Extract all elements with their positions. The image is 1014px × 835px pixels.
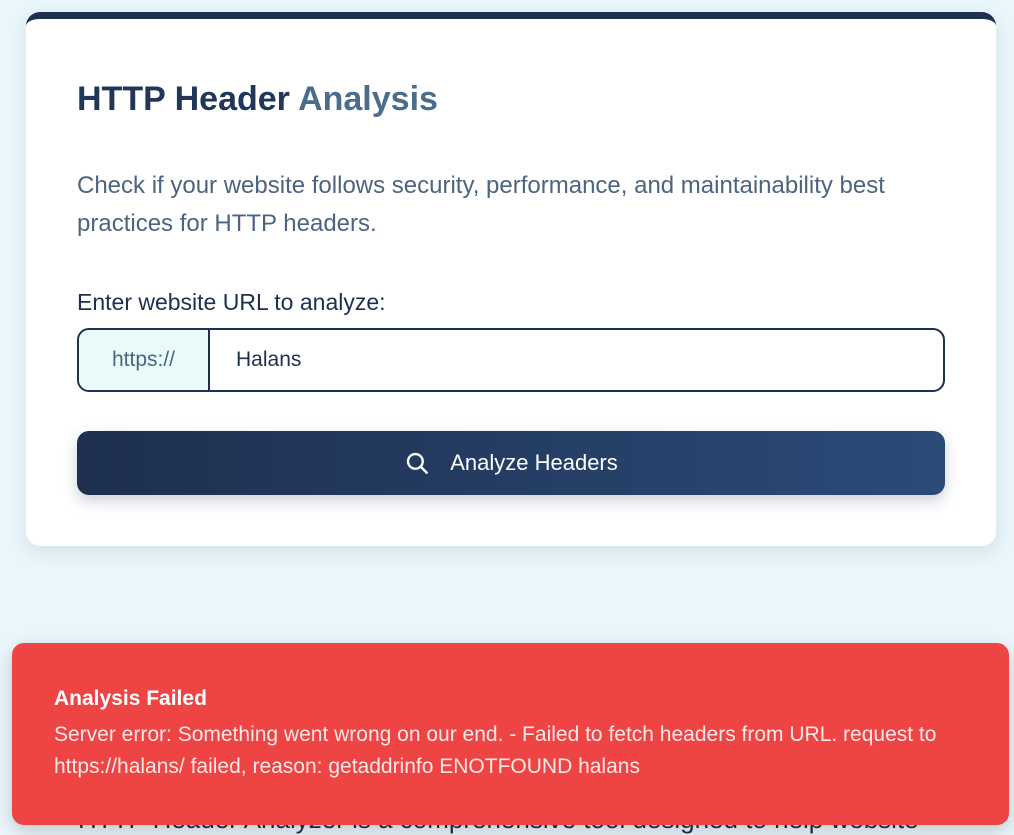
url-label: Enter website URL to analyze: (77, 289, 386, 315)
analyze-button-label: Analyze Headers (450, 450, 618, 475)
url-prefix: https:// (79, 330, 210, 390)
error-banner: Analysis Failed Server error: Something … (12, 643, 1009, 825)
url-input-group: https:// (77, 328, 945, 392)
error-message: Server error: Something went wrong on ou… (54, 723, 937, 778)
page-title: HTTP Header Analysis (77, 77, 438, 121)
url-input[interactable] (210, 330, 943, 390)
title-accent: Analysis (298, 80, 438, 118)
search-icon (404, 450, 430, 476)
analyzer-card: HTTP Header Analysis Check if your websi… (26, 12, 996, 546)
title-main: HTTP Header (77, 80, 299, 118)
analyze-headers-button[interactable]: Analyze Headers (77, 431, 945, 495)
error-title: Analysis Failed (54, 687, 207, 710)
description-text: Check if your website follows security, … (77, 172, 885, 237)
